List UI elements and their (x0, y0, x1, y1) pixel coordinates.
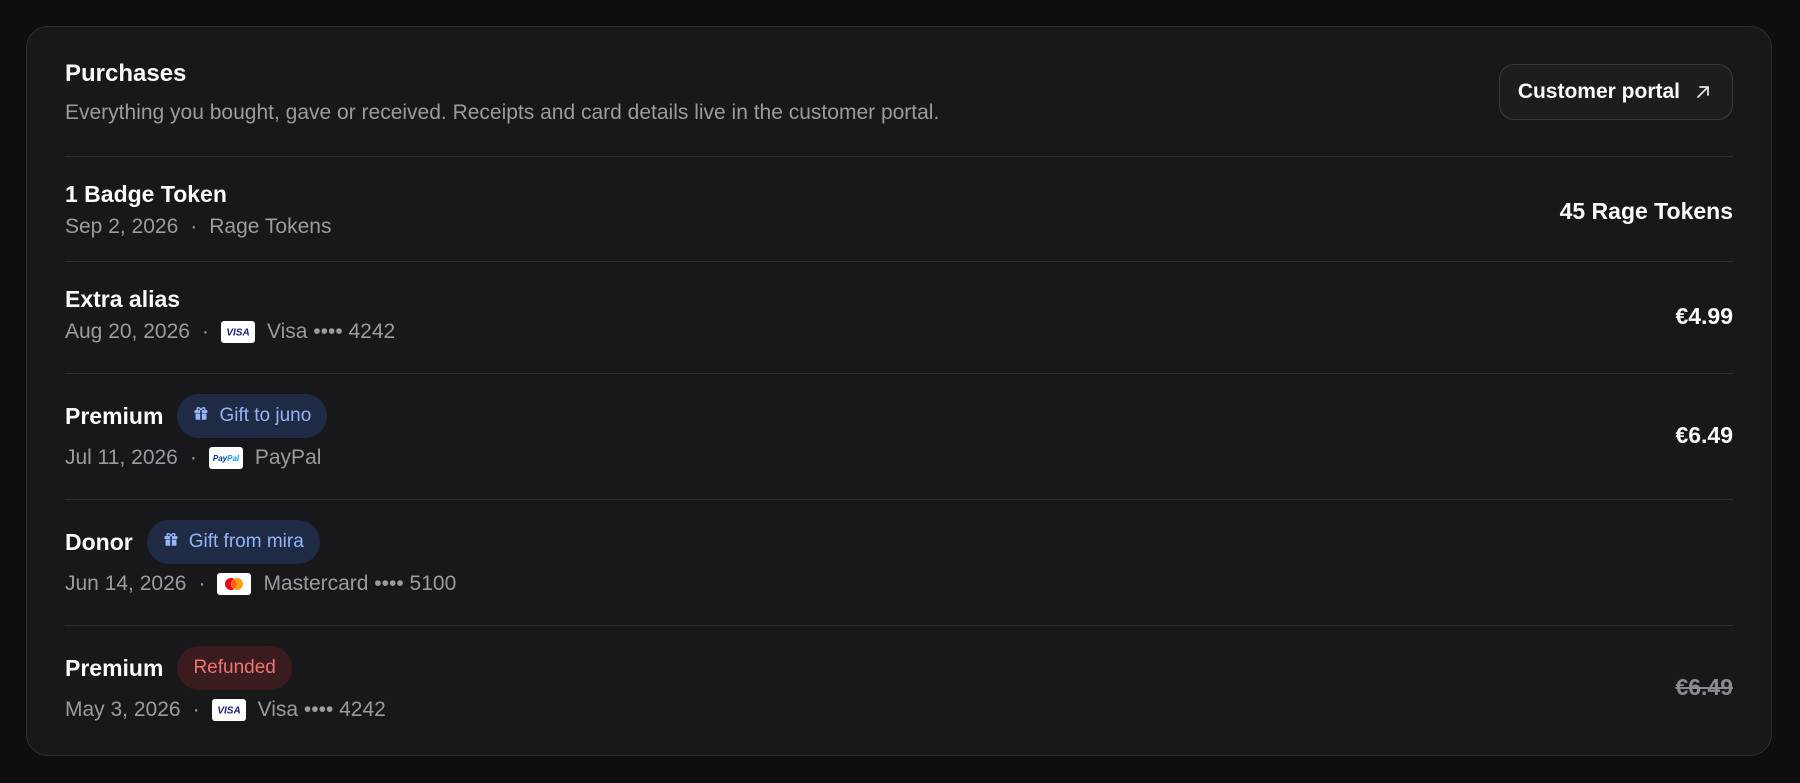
gift-icon (163, 531, 179, 553)
refunded-badge: Refunded (177, 646, 292, 690)
external-link-icon (1694, 83, 1712, 101)
purchase-meta: Sep 2, 2026 · Rage Tokens (65, 215, 331, 239)
purchase-name: Premium (65, 654, 164, 681)
paypal-icon: PayPal (208, 447, 243, 469)
gift-icon (193, 405, 209, 427)
purchase-date: Sep 2, 2026 (65, 215, 179, 238)
page-title: Purchases (65, 60, 187, 87)
svg-text:PayPal: PayPal (213, 454, 240, 463)
purchase-date: Aug 20, 2026 (65, 320, 190, 343)
gift-badge: Gift to juno (177, 394, 328, 438)
purchase-meta: Aug 20, 2026 · VISA Visa •••• 4242 (65, 320, 395, 344)
gift-badge: Gift from mira (146, 520, 320, 564)
purchase-row: 1 Badge Token Sep 2, 2026 · Rage Tokens … (65, 157, 1733, 262)
purchase-row: Premium Refunded May 3, 2026 · VISA Visa… (65, 626, 1733, 758)
purchases-header: Purchases Everything you bought, gave or… (65, 27, 1733, 157)
purchase-amount-refunded: €6.49 (1675, 674, 1733, 700)
payment-method: Rage Tokens (209, 215, 332, 238)
svg-text:VISA: VISA (217, 706, 240, 716)
purchase-date: May 3, 2026 (65, 698, 181, 721)
purchase-amount: €4.99 (1675, 303, 1733, 329)
purchases-card: Purchases Everything you bought, gave or… (26, 26, 1772, 756)
svg-text:VISA: VISA (226, 328, 249, 338)
page-subtitle: Everything you bought, gave or received.… (65, 101, 940, 124)
separator-dot: · (198, 572, 206, 595)
purchase-meta: Jul 11, 2026 · PayPal PayPal (65, 446, 321, 470)
customer-portal-label: Customer portal (1517, 80, 1680, 103)
purchase-row: Extra alias Aug 20, 2026 · VISA Visa •••… (65, 262, 1733, 374)
separator-dot: · (189, 446, 197, 469)
purchase-row: Donor Gift from mira Jun 14, 2026 · Mast… (65, 500, 1733, 626)
purchase-name: Extra alias (65, 285, 181, 312)
separator-dot: · (192, 698, 200, 721)
separator-dot: · (190, 215, 198, 238)
purchase-name: 1 Badge Token (65, 180, 227, 207)
purchase-name: Donor (65, 528, 133, 555)
gift-badge-label: Gift to juno (219, 405, 312, 426)
visa-icon: VISA (220, 321, 255, 343)
purchase-date: Jul 11, 2026 (65, 446, 178, 469)
gift-badge-label: Gift from mira (188, 531, 304, 552)
mastercard-icon (217, 573, 252, 595)
customer-portal-button[interactable]: Customer portal (1498, 64, 1733, 120)
visa-icon: VISA (211, 699, 246, 721)
separator-dot: · (201, 320, 209, 343)
purchase-row: Premium Gift to juno Jul 11, 2026 · PayP… (65, 374, 1733, 500)
payment-method: Visa •••• 4242 (266, 320, 396, 343)
payment-method: Visa •••• 4242 (257, 698, 386, 721)
purchase-name: Premium (65, 402, 164, 429)
refunded-badge-label: Refunded (193, 657, 276, 678)
payment-method: PayPal (254, 446, 322, 469)
purchase-date: Jun 14, 2026 (65, 572, 187, 595)
purchase-amount: €6.49 (1675, 422, 1733, 448)
purchase-meta: May 3, 2026 · VISA Visa •••• 4242 (65, 698, 386, 722)
purchase-meta: Jun 14, 2026 · Mastercard •••• 5100 (65, 572, 456, 596)
payment-method: Mastercard •••• 5100 (263, 572, 457, 595)
purchase-amount: 45 Rage Tokens (1559, 198, 1733, 224)
